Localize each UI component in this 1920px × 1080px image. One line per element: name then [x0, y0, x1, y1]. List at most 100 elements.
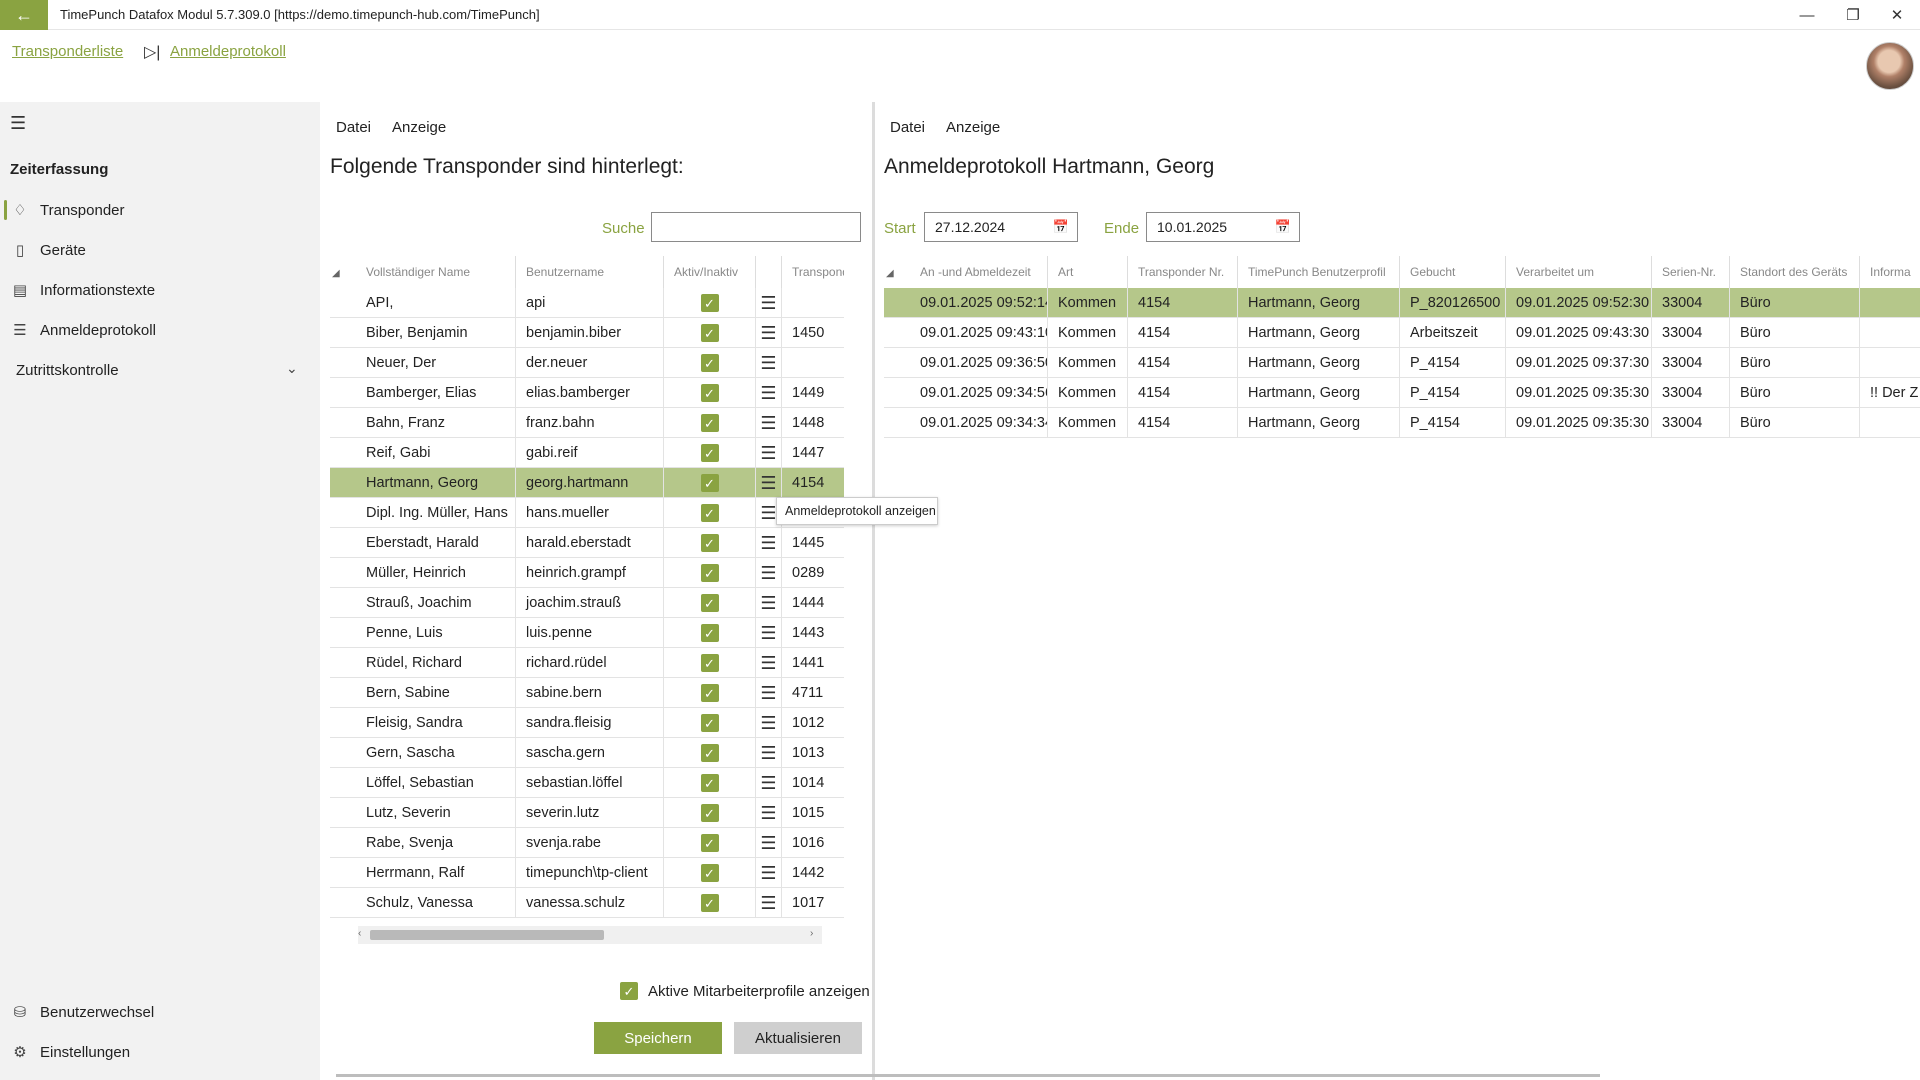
table-row[interactable]: Lutz, Severin severin.lutz ✓ ☰ 1015 — [330, 798, 844, 828]
menu-datei[interactable]: Datei — [890, 119, 925, 136]
sidebar-item-anmeldeprotokoll[interactable]: ☰ Anmeldeprotokoll — [0, 310, 320, 350]
table-row[interactable]: Neuer, Der der.neuer ✓ ☰ — [330, 348, 844, 378]
checkbox-icon[interactable]: ✓ — [700, 384, 719, 402]
checkbox-icon[interactable]: ✓ — [700, 354, 719, 372]
checkbox-icon[interactable]: ✓ — [700, 444, 719, 462]
checkbox-icon[interactable]: ✓ — [700, 744, 719, 762]
table-row[interactable]: Strauß, Joachim joachim.strauß ✓ ☰ 1444 — [330, 588, 844, 618]
cell-active[interactable]: ✓ — [664, 468, 756, 498]
save-button[interactable]: Speichern — [594, 1022, 722, 1054]
cell-active[interactable]: ✓ — [664, 528, 756, 558]
table-row[interactable]: API, api ✓ ☰ — [330, 288, 844, 318]
menu-datei[interactable]: Datei — [336, 119, 371, 136]
column-header-transponder-nr[interactable]: Transponder Nr. — [1128, 256, 1238, 288]
active-profiles-checkbox[interactable]: ✓ Aktive Mitarbeiterprofile anzeigen — [620, 982, 870, 1000]
list-icon[interactable]: ☰ — [760, 834, 776, 852]
sidebar-item-zutrittskontrolle[interactable]: Zutrittskontrolle ⌄ — [0, 350, 320, 390]
cell-protocol[interactable]: ☰ — [756, 738, 782, 768]
sidebar-item-transponder[interactable]: ♢ Transponder — [0, 190, 320, 230]
cell-protocol[interactable]: ☰ — [756, 288, 782, 318]
table-row[interactable]: Fleisig, Sandra sandra.fleisig ✓ ☰ 1012 — [330, 708, 844, 738]
list-icon[interactable]: ☰ — [760, 294, 776, 312]
cell-protocol[interactable]: ☰ — [756, 528, 782, 558]
list-icon[interactable]: ☰ — [760, 534, 776, 552]
cell-protocol[interactable]: ☰ — [756, 588, 782, 618]
avatar[interactable] — [1866, 42, 1914, 90]
cell-protocol[interactable]: ☰ — [756, 798, 782, 828]
cell-active[interactable]: ✓ — [664, 288, 756, 318]
cell-protocol[interactable]: ☰ — [756, 318, 782, 348]
checkbox-icon[interactable]: ✓ — [700, 864, 719, 882]
breadcrumb-anmeldeprotokoll[interactable]: Anmeldeprotokoll — [170, 43, 286, 60]
column-header-protocol[interactable] — [756, 256, 782, 288]
table-row[interactable]: Reif, Gabi gabi.reif ✓ ☰ 1447 — [330, 438, 844, 468]
cell-active[interactable]: ✓ — [664, 318, 756, 348]
cell-protocol[interactable]: ☰ — [756, 408, 782, 438]
restore-button[interactable]: ❐ — [1830, 0, 1876, 30]
checkbox-icon[interactable]: ✓ — [700, 414, 719, 432]
cell-active[interactable]: ✓ — [664, 558, 756, 588]
cell-active[interactable]: ✓ — [664, 348, 756, 378]
cell-active[interactable]: ✓ — [664, 768, 756, 798]
checkbox-icon[interactable]: ✓ — [700, 624, 719, 642]
cell-protocol[interactable]: ☰ — [756, 678, 782, 708]
cell-active[interactable]: ✓ — [664, 618, 756, 648]
column-header-serial[interactable]: Serien-Nr. — [1652, 256, 1730, 288]
cell-active[interactable]: ✓ — [664, 678, 756, 708]
list-icon[interactable]: ☰ — [760, 414, 776, 432]
checkbox-icon[interactable]: ✓ — [700, 714, 719, 732]
checkbox-icon[interactable]: ✓ — [700, 654, 719, 672]
table-row[interactable]: Rüdel, Richard richard.rüdel ✓ ☰ 1441 — [330, 648, 844, 678]
list-icon[interactable]: ☰ — [760, 324, 776, 342]
scrollbar-thumb[interactable] — [370, 930, 604, 940]
checkbox-icon[interactable]: ✓ — [700, 594, 719, 612]
checkbox-icon[interactable]: ✓ — [700, 564, 719, 582]
table-row[interactable]: 09.01.2025 09:34:34 Kommen 4154 Hartmann, G… — [884, 408, 1920, 438]
list-icon[interactable]: ☰ — [760, 354, 776, 372]
column-header-username[interactable]: Benutzername — [516, 256, 664, 288]
end-date-picker[interactable]: 10.01.2025 📅 — [1146, 212, 1300, 242]
cell-active[interactable]: ✓ — [664, 798, 756, 828]
table-row[interactable]: 09.01.2025 09:36:50 Kommen 4154 Hartmann, G… — [884, 348, 1920, 378]
cell-active[interactable]: ✓ — [664, 438, 756, 468]
close-button[interactable]: ✕ — [1874, 0, 1920, 30]
scroll-right-icon[interactable]: › — [810, 928, 822, 939]
calendar-icon[interactable]: 📅 — [1275, 219, 1299, 235]
table-row[interactable]: Dipl. Ing. Müller, Hanshans.mueller✓☰144… — [330, 498, 844, 528]
column-header-info[interactable]: Informa — [1860, 256, 1920, 288]
list-icon[interactable]: ☰ — [760, 474, 776, 492]
checkbox-icon[interactable]: ✓ — [700, 684, 719, 702]
table-row[interactable]: 09.01.2025 09:34:56 Kommen 4154 Hartmann, G… — [884, 378, 1920, 408]
table-row[interactable]: Eberstadt, Harald harald.eberstadt ✓ ☰ 1445 — [330, 528, 844, 558]
column-header-profile[interactable]: TimePunch Benutzerprofil — [1238, 256, 1400, 288]
column-header-transponder[interactable]: Transponder I — [782, 256, 844, 288]
checkbox-icon[interactable]: ✓ — [700, 474, 719, 492]
table-row[interactable]: Bahn, Franz franz.bahn ✓ ☰ 1448 — [330, 408, 844, 438]
table-row[interactable]: Biber, Benjamin benjamin.biber ✓ ☰ 1450 — [330, 318, 844, 348]
list-icon[interactable]: ☰ — [760, 384, 776, 402]
cell-active[interactable]: ✓ — [664, 828, 756, 858]
table-row[interactable]: Gern, Sascha sascha.gern ✓ ☰ 1013 — [330, 738, 844, 768]
cell-protocol[interactable]: ☰ — [756, 438, 782, 468]
column-header-type[interactable]: Art — [1048, 256, 1128, 288]
cell-active[interactable]: ✓ — [664, 708, 756, 738]
menu-anzeige[interactable]: Anzeige — [946, 119, 1000, 136]
table-row[interactable]: Penne, Luis luis.penne ✓ ☰ 1443 — [330, 618, 844, 648]
checkbox-icon[interactable]: ✓ — [700, 534, 719, 552]
list-icon[interactable]: ☰ — [760, 624, 776, 642]
checkbox-icon[interactable]: ✓ — [620, 982, 638, 1000]
cell-active[interactable]: ✓ — [664, 498, 756, 528]
column-header-active[interactable]: Aktiv/Inaktiv — [664, 256, 756, 288]
table-row[interactable]: 09.01.2025 09:52:14 Kommen 4154 Hartmann, G… — [884, 288, 1920, 318]
cell-active[interactable]: ✓ — [664, 648, 756, 678]
list-icon[interactable]: ☰ — [760, 804, 776, 822]
horizontal-scrollbar[interactable]: ‹ › — [358, 926, 822, 944]
minimize-button[interactable]: — — [1784, 0, 1830, 30]
list-icon[interactable]: ☰ — [760, 894, 776, 912]
panel-splitter[interactable] — [872, 102, 875, 1080]
cell-protocol[interactable]: ☰ — [756, 348, 782, 378]
menu-anzeige[interactable]: Anzeige — [392, 119, 446, 136]
sidebar-item-einstellungen[interactable]: ⚙ Einstellungen — [0, 1032, 320, 1072]
table-row[interactable]: Herrmann, Ralf timepunch\tp-client ✓ ☰ 1442 — [330, 858, 844, 888]
cell-protocol[interactable]: ☰ — [756, 618, 782, 648]
